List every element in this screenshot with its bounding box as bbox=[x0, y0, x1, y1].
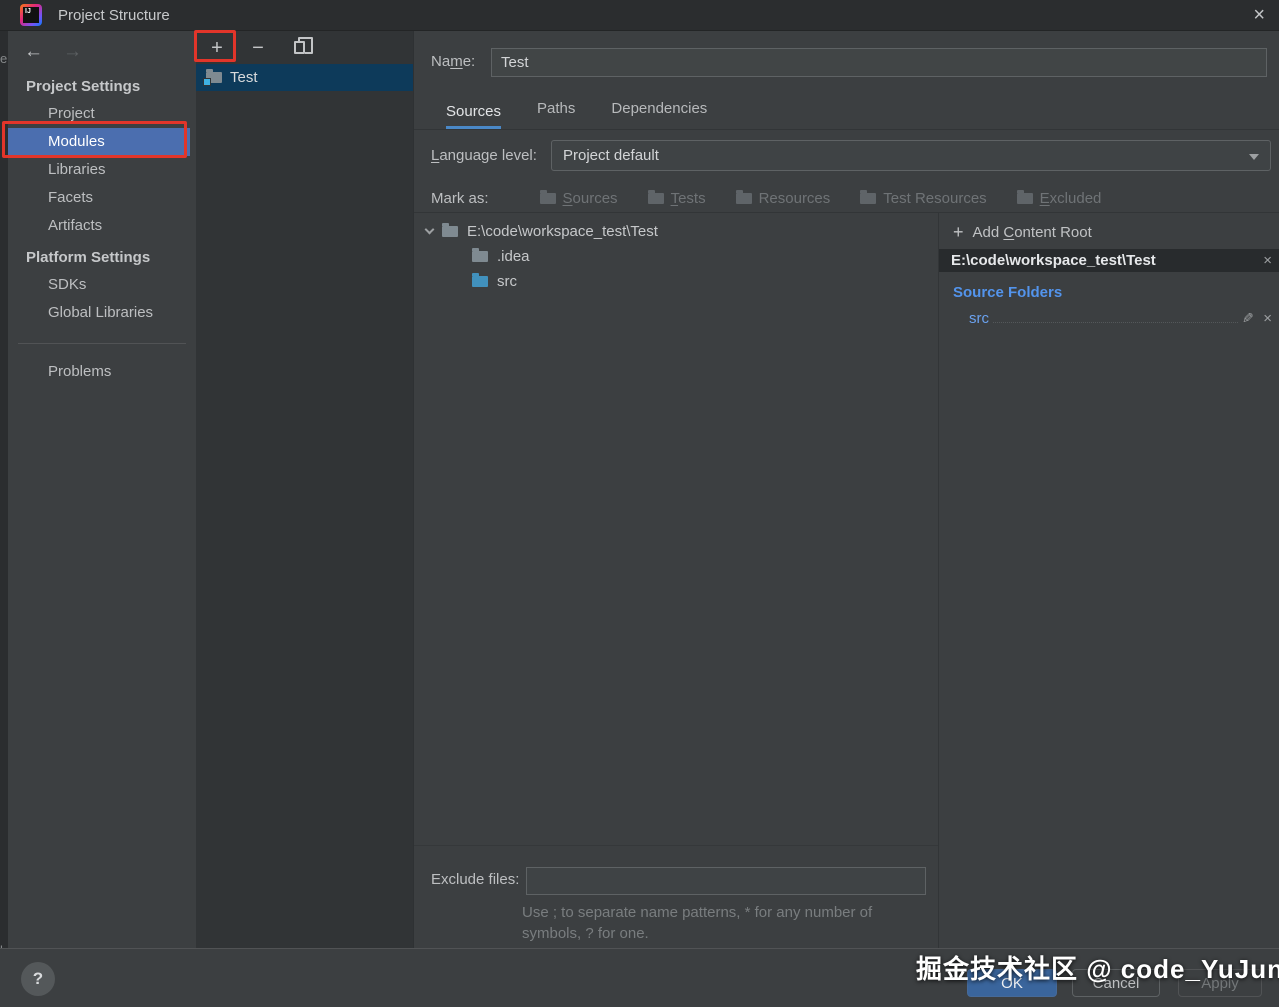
content-root-path: E:\code\workspace_test\Test bbox=[467, 223, 658, 240]
add-module-icon[interactable]: + bbox=[206, 38, 228, 58]
module-tabs: Sources Paths Dependencies bbox=[414, 95, 1279, 130]
sidebar-item-facets[interactable]: Facets bbox=[8, 184, 196, 212]
mark-as-buttons: Sources Tests Resources Test Resources E… bbox=[539, 189, 1101, 207]
sidebar-item-artifacts[interactable]: Artifacts bbox=[8, 212, 196, 240]
mark-excluded-button[interactable]: Excluded bbox=[1016, 189, 1101, 207]
chevron-down-icon bbox=[1249, 154, 1259, 160]
mark-as-row: Mark as: Sources Tests Resources Test Re… bbox=[414, 183, 1279, 213]
tree-row-src[interactable]: src bbox=[414, 269, 938, 294]
sidebar-divider bbox=[18, 343, 186, 344]
module-list-item[interactable]: Test bbox=[196, 64, 413, 91]
language-level-select[interactable]: Project default bbox=[551, 140, 1271, 171]
ok-button[interactable]: OK bbox=[967, 969, 1057, 997]
source-folder-item[interactable]: src ✎ × bbox=[969, 310, 1272, 327]
module-name: Test bbox=[230, 69, 258, 86]
module-list-panel: + − Test bbox=[196, 31, 413, 948]
help-button[interactable]: ? bbox=[21, 962, 55, 996]
section-header-project-settings: Project Settings bbox=[26, 78, 141, 95]
mark-tests-button[interactable]: Tests bbox=[647, 189, 706, 207]
settings-sidebar: ← → Project Settings Project Modules Lib… bbox=[8, 31, 196, 948]
dotted-leader bbox=[993, 322, 1238, 323]
content-root-path: E:\code\workspace_test\Test bbox=[951, 252, 1156, 269]
background-ide-strip: e b bbox=[0, 31, 8, 948]
mark-sources-button[interactable]: Sources bbox=[539, 189, 618, 207]
folder-icon bbox=[472, 248, 488, 262]
background-text-fragment: e bbox=[0, 51, 8, 66]
history-nav: ← → bbox=[8, 31, 196, 69]
test-resources-folder-icon bbox=[860, 189, 877, 204]
source-folder-name[interactable]: src bbox=[969, 310, 989, 327]
project-structure-dialog: IJ Project Structure × e b ← → Project S… bbox=[0, 0, 1279, 1007]
mark-test-resources-button[interactable]: Test Resources bbox=[860, 189, 987, 207]
add-content-root-label: Add Content Root bbox=[972, 223, 1092, 241]
plus-icon: + bbox=[953, 222, 964, 242]
mark-as-label: Mark as: bbox=[431, 189, 489, 207]
tab-paths[interactable]: Paths bbox=[537, 100, 575, 129]
module-toolbar: + − bbox=[196, 31, 413, 64]
content-roots-pane: + Add Content Root E:\code\workspace_tes… bbox=[938, 213, 1279, 948]
content-root-tree: E:\code\workspace_test\Test .idea src Ex… bbox=[414, 213, 1279, 948]
dialog-titlebar: IJ Project Structure × bbox=[0, 0, 1279, 31]
excluded-folder-icon bbox=[1016, 189, 1033, 204]
copy-module-icon[interactable] bbox=[294, 37, 313, 54]
name-label: Name: bbox=[431, 53, 476, 70]
apply-button: Apply bbox=[1178, 969, 1262, 997]
exclude-files-label: Exclude files: bbox=[431, 871, 520, 888]
exclude-files-hint: Use ; to separate name patterns, * for a… bbox=[522, 904, 873, 942]
remove-folder-icon[interactable]: × bbox=[1263, 310, 1272, 327]
language-level-value: Project default bbox=[563, 147, 659, 164]
source-folder-icon bbox=[472, 273, 488, 287]
close-icon[interactable]: × bbox=[1253, 5, 1265, 25]
sidebar-item-sdks[interactable]: SDKs bbox=[8, 271, 196, 299]
sidebar-item-project[interactable]: Project bbox=[8, 100, 196, 128]
add-content-root-button[interactable]: + Add Content Root bbox=[939, 213, 1279, 249]
tests-folder-icon bbox=[647, 189, 664, 204]
module-name-input[interactable] bbox=[491, 48, 1267, 77]
module-folder-icon bbox=[203, 69, 222, 86]
sidebar-item-problems[interactable]: Problems bbox=[8, 358, 196, 386]
tab-sources[interactable]: Sources bbox=[446, 103, 502, 129]
exclude-files-block: Exclude files: Use ; to separate name pa… bbox=[414, 845, 938, 948]
folder-name: src bbox=[497, 273, 517, 290]
cancel-button[interactable]: Cancel bbox=[1072, 969, 1160, 997]
folder-icon bbox=[442, 223, 458, 237]
sources-folder-icon bbox=[539, 189, 556, 204]
remove-module-icon[interactable]: − bbox=[247, 38, 269, 58]
dialog-title: Project Structure bbox=[58, 6, 170, 24]
source-folders-header: Source Folders bbox=[953, 284, 1063, 301]
chevron-down-icon[interactable] bbox=[424, 224, 435, 235]
remove-content-root-icon[interactable]: × bbox=[1263, 252, 1272, 269]
tab-dependencies[interactable]: Dependencies bbox=[611, 100, 707, 129]
sidebar-item-global-libraries[interactable]: Global Libraries bbox=[8, 299, 196, 327]
back-arrow-icon[interactable]: ← bbox=[24, 41, 43, 63]
forward-arrow-icon: → bbox=[63, 41, 82, 62]
content-root-header[interactable]: E:\code\workspace_test\Test × bbox=[939, 249, 1279, 272]
intellij-logo-icon: IJ bbox=[20, 4, 42, 26]
resources-folder-icon bbox=[735, 189, 752, 204]
folder-name: .idea bbox=[497, 248, 530, 265]
dialog-footer: ? OK Cancel Apply bbox=[0, 948, 1279, 1007]
edit-pencil-icon[interactable]: ✎ bbox=[1242, 310, 1254, 327]
language-level-label: Language level: bbox=[431, 147, 537, 164]
exclude-files-input[interactable] bbox=[526, 867, 926, 895]
sidebar-item-modules[interactable]: Modules bbox=[8, 128, 190, 156]
section-header-platform-settings: Platform Settings bbox=[26, 249, 151, 266]
sidebar-item-libraries[interactable]: Libraries bbox=[8, 156, 196, 184]
module-editor-panel: Name: Sources Paths Dependencies Languag… bbox=[413, 31, 1279, 948]
tree-row-idea[interactable]: .idea bbox=[414, 244, 938, 269]
mark-resources-button[interactable]: Resources bbox=[735, 189, 830, 207]
